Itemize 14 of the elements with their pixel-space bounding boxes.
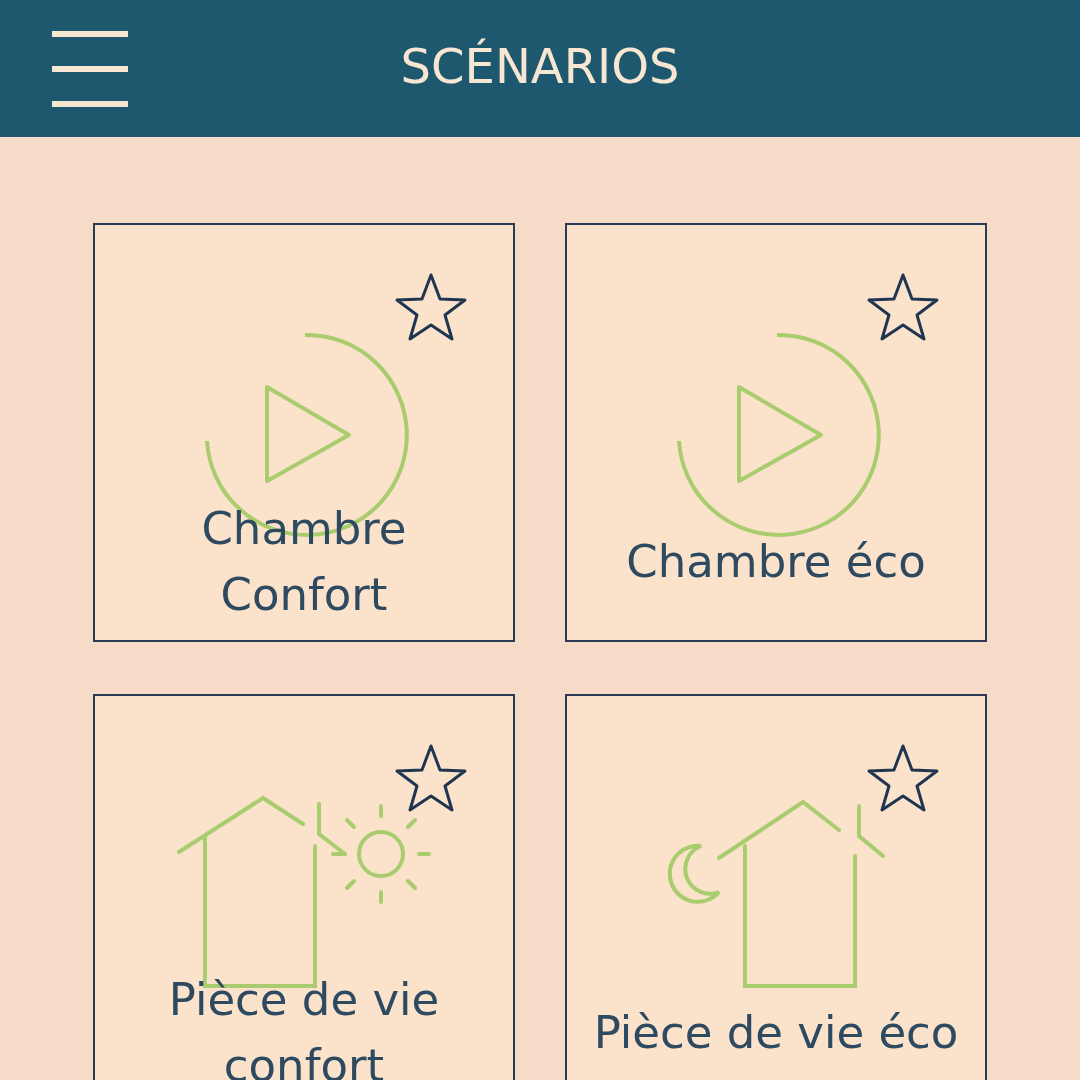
scenario-card[interactable]: Pièce de vie éco <box>565 694 987 1080</box>
page-title: SCÉNARIOS <box>399 38 681 94</box>
star-icon[interactable] <box>867 273 939 341</box>
scenario-name: Chambre Confort <box>200 500 408 623</box>
scenario-name: Chambre éco <box>626 533 926 590</box>
menu-icon[interactable] <box>52 30 128 107</box>
house-moon-icon <box>667 799 885 988</box>
scenario-card[interactable]: Chambre éco <box>565 223 987 642</box>
star-icon[interactable] <box>867 744 939 812</box>
play-icon <box>677 333 881 537</box>
scenario-name: Pièce de vie éco <box>593 1004 959 1061</box>
star-icon[interactable] <box>395 273 467 341</box>
scenario-card[interactable]: Chambre Confort <box>93 223 515 642</box>
star-icon[interactable] <box>395 744 467 812</box>
